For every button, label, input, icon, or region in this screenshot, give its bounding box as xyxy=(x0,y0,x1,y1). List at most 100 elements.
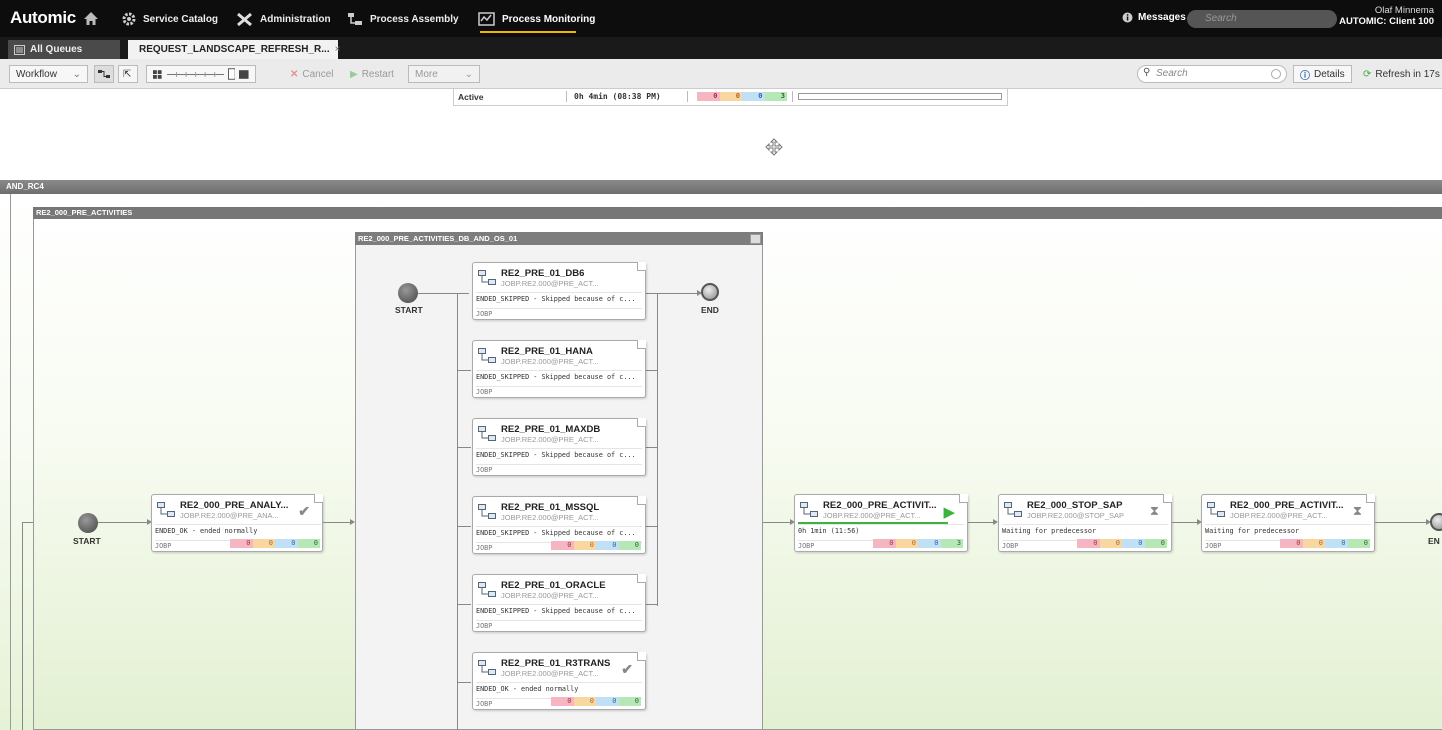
more-dropdown[interactable]: More ⌄ xyxy=(408,65,480,83)
grid-icon xyxy=(153,69,162,79)
task-card-oracle[interactable]: RE2_PRE_01_ORACLE JOBP.RE2.000@PRE_ACT..… xyxy=(472,574,646,632)
chevron-down-icon: ⌄ xyxy=(464,68,473,80)
close-tab-icon[interactable]: × xyxy=(335,44,341,55)
connector xyxy=(763,522,791,523)
counter-aborted: 0 xyxy=(1077,539,1100,548)
workflow-view-button[interactable] xyxy=(94,65,114,83)
task-object: JOBP.RE2.000@STOP_SAP xyxy=(1027,511,1124,520)
nav-label: Service Catalog xyxy=(143,13,219,25)
workflow-search-input[interactable]: ⚲ Search xyxy=(1137,65,1287,83)
connector xyxy=(645,370,657,371)
connector xyxy=(22,522,23,730)
zoom-control[interactable] xyxy=(146,65,256,83)
clear-search-icon[interactable] xyxy=(1271,69,1281,79)
nav-service-catalog[interactable]: Service Catalog xyxy=(122,12,218,26)
nav-process-monitoring[interactable]: Process Monitoring xyxy=(478,12,595,26)
inner-start-node[interactable] xyxy=(398,283,418,303)
connector xyxy=(1375,522,1427,523)
task-card-r3trans[interactable]: RE2_PRE_01_R3TRANS JOBP.RE2.000@PRE_ACT.… xyxy=(472,652,646,710)
start-node[interactable] xyxy=(78,513,98,533)
view-select[interactable]: Workflow ⌄ xyxy=(9,65,88,83)
connector xyxy=(1172,522,1198,523)
hourglass-icon: ⧗ xyxy=(1352,503,1362,518)
top-navigation-bar: Automic Service Catalog Administration P… xyxy=(0,0,1442,37)
inner-end-node[interactable] xyxy=(701,283,719,301)
task-counters: 0000 xyxy=(230,539,320,548)
counter-ok: 0 xyxy=(618,541,641,550)
refresh-button[interactable]: ⟳ Refresh in 17s xyxy=(1357,65,1440,83)
task-card-hana[interactable]: RE2_PRE_01_HANA JOBP.RE2.000@PRE_ACT... … xyxy=(472,340,646,398)
checkmark-icon: ✔ xyxy=(621,661,633,677)
task-name: RE2_PRE_01_MAXDB xyxy=(501,424,601,435)
user-info[interactable]: Olaf Minnema AUTOMIC: Client 100 xyxy=(1339,5,1434,27)
counter-aborted: 0 xyxy=(873,539,896,548)
card-corner xyxy=(637,574,646,583)
view-select-value: Workflow xyxy=(16,68,57,80)
collapse-icon[interactable] xyxy=(750,234,761,244)
card-corner xyxy=(1366,494,1375,503)
task-counters: 0000 xyxy=(551,541,641,550)
active-nav-indicator xyxy=(480,31,576,33)
task-name: RE2_000_PRE_ACTIVIT... xyxy=(823,500,937,511)
db-and-os-title: RE2_000_PRE_ACTIVITIES_DB_AND_OS_01 xyxy=(355,232,763,245)
divider xyxy=(792,91,793,102)
global-search-input[interactable]: Search xyxy=(1187,10,1337,28)
task-card-db6[interactable]: RE2_PRE_01_DB6 JOBP.RE2.000@PRE_ACT... E… xyxy=(472,262,646,320)
messages-label: Messages xyxy=(1138,12,1186,23)
nav-process-assembly[interactable]: Process Assembly xyxy=(347,12,459,27)
counter-waiting: 0 xyxy=(596,697,619,706)
workflow-object-icon xyxy=(478,660,496,675)
cursor-tool-button[interactable]: ⇱ xyxy=(118,65,138,83)
card-corner xyxy=(637,496,646,505)
counter-warning: 0 xyxy=(1302,539,1325,548)
details-button[interactable]: ⓘ Details xyxy=(1293,65,1352,83)
counter-ok: 0 xyxy=(297,539,320,548)
task-name: RE2_000_PRE_ANALY... xyxy=(180,500,289,511)
zoom-slider xyxy=(166,71,224,77)
move-icon[interactable] xyxy=(765,138,783,159)
nav-administration[interactable]: Administration xyxy=(236,12,331,27)
workflow-status-row: Active 0h 4min (08:38 PM) 0 0 0 3 xyxy=(453,89,1008,106)
cancel-icon: ✕ xyxy=(290,68,299,80)
task-status: ENDED_SKIPPED - Skipped because of c... xyxy=(476,604,642,615)
counter-aborted: 0 xyxy=(551,697,574,706)
process-assembly-icon xyxy=(348,13,362,25)
inner-end-label: END xyxy=(701,305,719,315)
cancel-button[interactable]: ✕ Cancel xyxy=(284,65,340,83)
tab-all-queues[interactable]: All Queues xyxy=(8,40,120,59)
counter-waiting: 0 xyxy=(1122,539,1145,548)
task-card-stop-sap[interactable]: RE2_000_STOP_SAP JOBP.RE2.000@STOP_SAP ⧗… xyxy=(998,494,1172,552)
task-card-mssql[interactable]: RE2_PRE_01_MSSQL JOBP.RE2.000@PRE_ACT...… xyxy=(472,496,646,554)
end-node[interactable] xyxy=(1430,513,1442,531)
workflow-object-icon xyxy=(478,504,496,519)
counter-aborted: 0 xyxy=(551,541,574,550)
workflow-object-icon xyxy=(1004,502,1022,517)
connector xyxy=(457,682,471,683)
nav-label: Process Assembly xyxy=(370,14,459,25)
user-name: Olaf Minnema xyxy=(1374,5,1434,16)
task-card-pre-activities-running[interactable]: RE2_000_PRE_ACTIVIT... JOBP.RE2.000@PRE_… xyxy=(794,494,968,552)
task-counters: 0000 xyxy=(1280,539,1370,548)
workflow-runtime: 0h 4min (08:38 PM) xyxy=(574,92,661,101)
task-object: JOBP.RE2.000@PRE_ACT... xyxy=(501,357,599,366)
task-status: Waiting for predecessor xyxy=(1205,524,1371,535)
details-label: Details xyxy=(1314,68,1345,80)
info-icon: ⓘ xyxy=(1300,70,1310,82)
workflow-object-icon xyxy=(157,502,175,517)
automic-logo[interactable]: Automic xyxy=(10,8,76,28)
task-name: RE2_PRE_01_R3TRANS xyxy=(501,658,611,669)
counter-waiting: 0 xyxy=(1325,539,1348,548)
task-card-maxdb[interactable]: RE2_PRE_01_MAXDB JOBP.RE2.000@PRE_ACT...… xyxy=(472,418,646,476)
task-card-pre-activities-waiting[interactable]: RE2_000_PRE_ACTIVIT... JOBP.RE2.000@PRE_… xyxy=(1201,494,1375,552)
checkmark-icon: ✔ xyxy=(298,503,310,519)
home-icon[interactable] xyxy=(83,11,99,29)
task-type: JOBP xyxy=(476,464,642,474)
connector xyxy=(22,522,33,523)
tab-request-landscape-refresh[interactable]: REQUEST_LANDSCAPE_REFRESH_R... × xyxy=(128,40,341,59)
counter-waiting: 0 xyxy=(275,539,298,548)
task-name: RE2_000_STOP_SAP xyxy=(1027,500,1123,511)
task-name: RE2_PRE_01_HANA xyxy=(501,346,593,357)
restart-button[interactable]: ▶ Restart xyxy=(344,65,400,83)
messages-button[interactable]: Messages xyxy=(1122,12,1186,23)
task-card-pre-analy[interactable]: RE2_000_PRE_ANALY... JOBP.RE2.000@PRE_AN… xyxy=(151,494,323,552)
